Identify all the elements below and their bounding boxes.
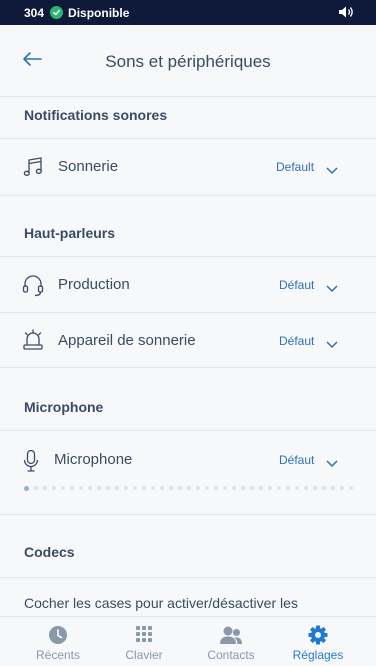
extension-number: 304 bbox=[24, 5, 45, 20]
chevron-down-icon[interactable] bbox=[326, 162, 338, 180]
level-dot bbox=[340, 486, 344, 490]
level-dot bbox=[322, 486, 326, 490]
section-title-codecs: Codecs bbox=[24, 544, 75, 560]
level-dot bbox=[250, 486, 254, 490]
tab-recents[interactable]: Récents bbox=[11, 617, 105, 666]
microphone-label: Microphone bbox=[54, 451, 133, 468]
ring-device-label: Appareil de sonnerie bbox=[58, 332, 196, 349]
tab-keypad[interactable]: Clavier bbox=[97, 617, 191, 666]
section-codecs: Codecs bbox=[0, 515, 376, 578]
level-dot bbox=[88, 486, 92, 490]
section-title-microphone: Microphone bbox=[24, 399, 104, 415]
microphone-level-meter bbox=[24, 485, 353, 491]
level-dot bbox=[52, 486, 56, 490]
ringtone-label: Sonnerie bbox=[58, 158, 119, 175]
level-dot bbox=[268, 486, 272, 490]
level-dot bbox=[286, 486, 290, 490]
tab-label: Contacts bbox=[207, 648, 255, 662]
bell-icon bbox=[22, 328, 44, 357]
level-dot bbox=[349, 486, 353, 490]
level-dot bbox=[214, 486, 218, 490]
level-dot bbox=[277, 486, 281, 490]
level-dot bbox=[70, 486, 74, 490]
availability-status[interactable]: Disponible bbox=[68, 6, 129, 20]
speaker-volume-icon[interactable] bbox=[338, 5, 354, 24]
gear-icon bbox=[308, 625, 328, 650]
level-dot bbox=[24, 485, 29, 491]
level-dot bbox=[205, 486, 209, 490]
ringtone-value[interactable]: Default bbox=[276, 160, 314, 174]
level-dot bbox=[61, 486, 65, 490]
level-dot bbox=[232, 486, 236, 490]
level-dot bbox=[43, 486, 47, 490]
tab-label: Récents bbox=[35, 648, 81, 662]
level-dot bbox=[178, 486, 182, 490]
level-dot bbox=[196, 486, 200, 490]
row-ringtone[interactable]: Sonnerie Default bbox=[0, 139, 376, 196]
chevron-down-icon[interactable] bbox=[326, 336, 338, 354]
level-dot bbox=[151, 486, 155, 490]
section-title-speakers: Haut-parleurs bbox=[24, 225, 116, 241]
row-production[interactable]: Production Défaut bbox=[0, 257, 376, 313]
ring-device-value[interactable]: Défaut bbox=[279, 334, 314, 348]
chevron-down-icon[interactable] bbox=[326, 455, 338, 473]
level-dot bbox=[241, 486, 245, 490]
level-dot bbox=[133, 486, 137, 490]
tab-label: Clavier bbox=[125, 648, 163, 662]
page-header: Sons et périphériques bbox=[0, 25, 376, 97]
available-check-icon bbox=[50, 6, 64, 19]
section-microphone: Microphone bbox=[0, 368, 376, 431]
clock-icon bbox=[48, 625, 68, 650]
level-dot bbox=[187, 486, 191, 490]
level-dot bbox=[304, 486, 308, 490]
level-dot bbox=[79, 486, 83, 490]
tab-label: Réglages bbox=[292, 648, 344, 662]
level-dot bbox=[169, 486, 173, 490]
codecs-instructions: Cocher les cases pour activer/désactiver… bbox=[24, 595, 298, 611]
level-dot bbox=[331, 486, 335, 490]
microphone-icon bbox=[22, 449, 40, 478]
production-label: Production bbox=[58, 276, 130, 293]
production-value[interactable]: Défaut bbox=[279, 278, 314, 292]
section-notifications: Notifications sonores bbox=[0, 97, 376, 139]
row-ring-device[interactable]: Appareil de sonnerie Défaut bbox=[0, 313, 376, 368]
level-dot bbox=[106, 486, 110, 490]
level-dot bbox=[313, 486, 317, 490]
status-bar: 304 Disponible bbox=[0, 0, 376, 25]
page-title: Sons et périphériques bbox=[105, 52, 271, 71]
contacts-icon bbox=[219, 625, 243, 650]
level-dot bbox=[124, 486, 128, 490]
level-dot bbox=[295, 486, 299, 490]
music-note-icon bbox=[22, 156, 44, 183]
level-dot bbox=[223, 486, 227, 490]
level-dot bbox=[160, 486, 164, 490]
tab-contacts[interactable]: Contacts bbox=[184, 617, 278, 666]
chevron-down-icon[interactable] bbox=[326, 280, 338, 298]
level-dot bbox=[259, 486, 263, 490]
level-dot bbox=[142, 486, 146, 490]
level-dot bbox=[34, 486, 38, 490]
bottom-tab-bar: Récents Clavier Contacts Réglages bbox=[0, 616, 376, 666]
level-dot bbox=[115, 486, 119, 490]
tab-settings[interactable]: Réglages bbox=[271, 617, 365, 666]
headset-icon bbox=[22, 274, 44, 303]
row-microphone[interactable]: Microphone Défaut bbox=[0, 431, 376, 515]
keypad-icon bbox=[135, 625, 153, 648]
section-speakers: Haut-parleurs bbox=[0, 196, 376, 257]
microphone-value[interactable]: Défaut bbox=[279, 453, 314, 467]
level-dot bbox=[97, 486, 101, 490]
section-title-notifications: Notifications sonores bbox=[24, 107, 168, 123]
